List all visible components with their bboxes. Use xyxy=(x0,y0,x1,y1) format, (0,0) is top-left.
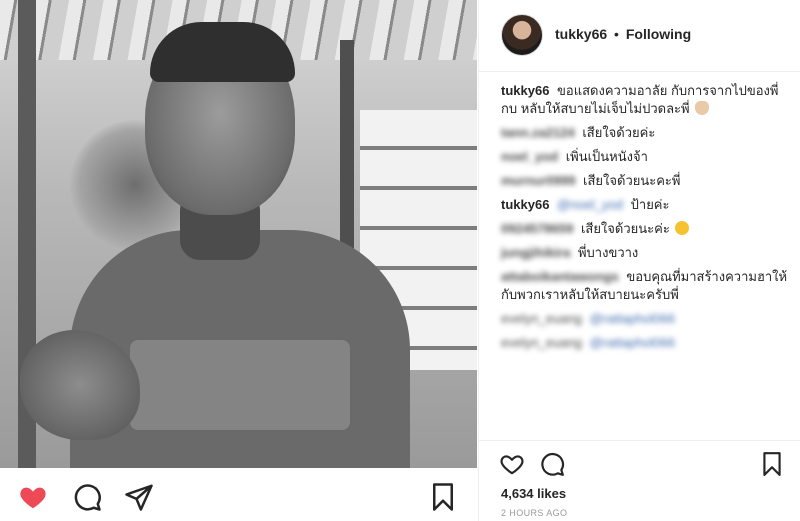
photo-hair xyxy=(150,22,295,82)
comment-list: tukky66 ขอแสดงความอาลัย กับการจากไปของพี… xyxy=(501,82,791,358)
comment-text: เพิ่นเป็นหนังจ้า xyxy=(565,149,648,164)
comment-mention[interactable]: @rattaphol066 xyxy=(590,335,675,350)
folded-hands-emoji-icon xyxy=(695,101,710,115)
comment-user[interactable]: evelyn_euang xyxy=(501,311,582,326)
comment-text: พี่บางขวาง xyxy=(577,245,639,260)
comment-user[interactable]: tukky66 xyxy=(501,197,549,212)
comment-item: evelyn_euang @rattaphol066 xyxy=(501,310,791,328)
post-side-panel: tukky66 • Following tukky66 ขอแสดงความอา… xyxy=(478,0,800,521)
crying-face-emoji-icon xyxy=(675,221,690,235)
comment-icon[interactable] xyxy=(72,482,102,512)
comment-user[interactable]: evelyn_euang xyxy=(501,335,582,350)
heart-icon[interactable] xyxy=(499,451,525,477)
post-username[interactable]: tukky66 xyxy=(555,26,607,42)
comment-user[interactable]: attaboikantawongs xyxy=(501,269,619,284)
comment-item: tukky66 ขอแสดงความอาลัย กับการจากไปของพี… xyxy=(501,82,791,118)
separator-dot: • xyxy=(614,26,619,42)
comment-user[interactable]: tann.za2124 xyxy=(501,125,575,140)
comment-user[interactable]: jungjihikira xyxy=(501,245,570,260)
comment-text: เสียใจด้วยค่ะ xyxy=(582,125,656,140)
comment-mention[interactable]: @rattaphol066 xyxy=(590,311,675,326)
comment-icon[interactable] xyxy=(539,451,565,477)
comment-user[interactable]: 0924578659 xyxy=(501,221,573,236)
heart-filled-icon[interactable] xyxy=(18,482,48,512)
post-header: tukky66 • Following xyxy=(479,0,800,72)
comment-text: เสียใจด้วยนะคะพี่ xyxy=(583,173,681,188)
comment-text: ป้ายค่ะ xyxy=(630,197,670,212)
comment-user[interactable]: noel_yod xyxy=(501,149,558,164)
comment-item: attaboikantawongs ขอบคุณที่มาสร้างความฮา… xyxy=(501,268,791,304)
comment-item: tukky66 @noel_yod ป้ายค่ะ xyxy=(501,196,791,214)
comment-mention[interactable]: @noel_yod xyxy=(557,197,623,212)
comment-item: tann.za2124 เสียใจด้วยค่ะ xyxy=(501,124,791,142)
side-action-bar: 4,634 likes 2 HOURS AGO xyxy=(479,440,800,521)
likes-count[interactable]: 4,634 likes xyxy=(501,486,566,501)
bookmark-icon[interactable] xyxy=(759,451,785,477)
comment-user[interactable]: murnur0999 xyxy=(501,173,575,188)
post-header-text: tukky66 • Following xyxy=(555,26,691,42)
bookmark-icon[interactable] xyxy=(428,482,458,512)
comment-text: เสียใจด้วยนะค่ะ xyxy=(580,221,670,236)
following-button[interactable]: Following xyxy=(626,26,691,42)
comment-item: noel_yod เพิ่นเป็นหนังจ้า xyxy=(501,148,791,166)
post-timestamp[interactable]: 2 HOURS AGO xyxy=(501,508,567,518)
comment-item: murnur0999 เสียใจด้วยนะคะพี่ xyxy=(501,172,791,190)
photo-action-bar xyxy=(0,468,477,521)
comment-user[interactable]: tukky66 xyxy=(501,83,549,98)
comment-item: evelyn_euang @rattaphol066 xyxy=(501,334,791,352)
comment-item: 0924578659 เสียใจด้วยนะค่ะ xyxy=(501,220,791,238)
post-photo[interactable] xyxy=(0,0,477,468)
share-icon[interactable] xyxy=(124,482,154,512)
comment-item: jungjihikira พี่บางขวาง xyxy=(501,244,791,262)
avatar[interactable] xyxy=(501,14,543,56)
photo-shirt-print xyxy=(130,340,350,430)
